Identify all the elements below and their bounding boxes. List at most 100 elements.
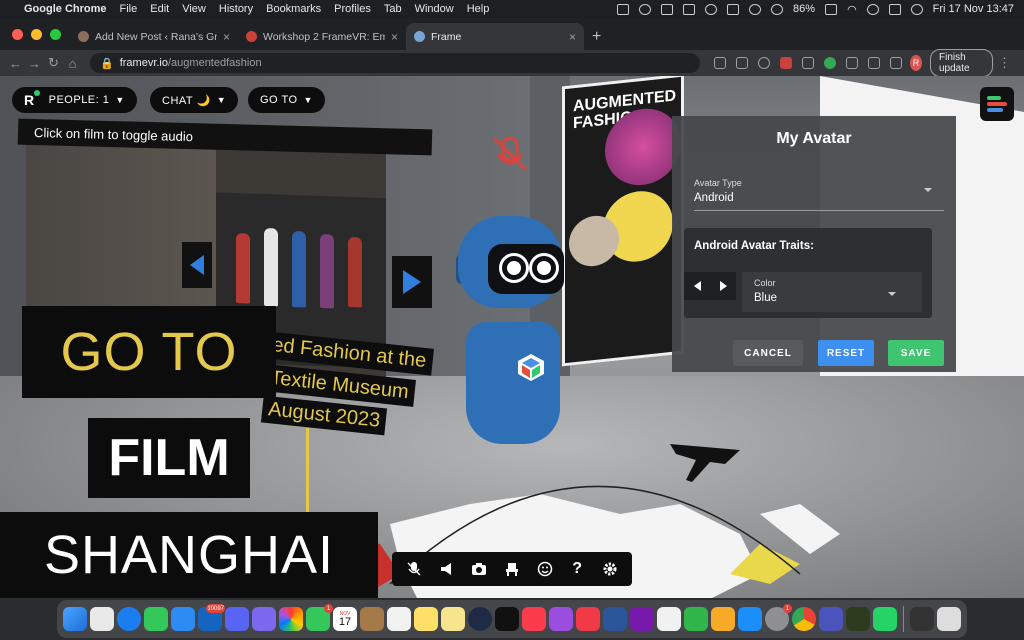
robot-avatar-body[interactable] [466,322,560,444]
close-tab-icon[interactable]: × [223,30,230,44]
menubar-clock[interactable]: Fri 17 Nov 13:47 [933,3,1014,15]
sign-go-to[interactable]: GO TO [22,306,276,398]
quicktime-icon[interactable] [468,607,492,631]
menu-file[interactable]: File [120,3,138,15]
home-icon[interactable]: ⌂ [65,56,80,71]
teams-icon[interactable] [819,607,843,631]
extension-icon[interactable] [780,57,792,69]
app-icon[interactable] [252,607,276,631]
calendar-icon[interactable]: NOV 17 [333,607,357,631]
chevron-down-icon[interactable] [924,188,932,192]
siri-icon[interactable] [910,3,923,15]
new-tab-button[interactable]: + [592,23,601,50]
apple-tv-icon[interactable] [495,607,519,631]
menu-view[interactable]: View [182,3,206,15]
tab-frame[interactable]: Frame × [406,23,584,50]
system-settings-icon[interactable]: 1 [765,604,792,631]
menu-tab[interactable]: Tab [384,3,402,15]
finish-update-button[interactable]: Finish update [930,49,994,77]
safari-icon[interactable] [117,607,141,631]
word-icon[interactable] [603,607,627,631]
forward-icon[interactable]: → [27,56,42,71]
side-panel-icon[interactable] [890,57,902,69]
wifi-icon[interactable]: ◠ [847,3,857,16]
trait-prev-button[interactable] [684,272,710,300]
stickies-icon[interactable] [441,607,465,631]
music-icon[interactable] [522,607,546,631]
extension-icon[interactable] [846,57,858,69]
photos-icon[interactable] [279,607,303,631]
menu-bookmarks[interactable]: Bookmarks [266,3,321,15]
outlook-icon[interactable]: 10097 [198,604,225,631]
frame-menu-icon[interactable] [980,87,1014,121]
messages-icon[interactable] [144,607,168,631]
mic-muted-icon[interactable] [403,558,425,580]
emoji-icon[interactable] [534,558,556,580]
battery-icon[interactable] [825,3,838,15]
address-bar[interactable]: 🔒 framevr.io/augmentedfashion [90,53,700,73]
profile-avatar[interactable]: R [910,55,922,71]
color-select[interactable]: Color Blue [742,272,922,312]
menu-app-name[interactable]: Google Chrome [24,3,107,15]
vr-scene-viewport[interactable]: Click on film to toggle audio ed Fashion… [0,76,1024,598]
megaphone-icon[interactable] [436,558,458,580]
reload-icon[interactable]: ↻ [46,55,61,71]
sign-shanghai[interactable]: SHANGHAI [0,512,378,598]
back-icon[interactable]: ← [8,56,23,71]
app-store-icon[interactable] [738,607,762,631]
extension-icon[interactable] [802,57,814,69]
menu-history[interactable]: History [219,3,253,15]
install-icon[interactable] [714,57,726,69]
video-next-button[interactable] [392,256,432,308]
chat-button[interactable]: CHAT 🌙 ▼ [150,87,239,113]
chrome-icon[interactable] [792,607,816,631]
trait-next-button[interactable] [710,272,736,300]
status-icon[interactable] [617,3,630,15]
menu-profiles[interactable]: Profiles [334,3,371,15]
facetime-icon[interactable]: 1 [306,604,333,631]
search-icon[interactable] [866,3,879,15]
discord-icon[interactable] [225,607,249,631]
status-icon[interactable] [727,3,740,15]
reminders-icon[interactable] [387,607,411,631]
close-tab-icon[interactable]: × [391,30,398,44]
status-icon[interactable] [749,3,762,15]
goto-button[interactable]: GO TO ▼ [248,87,325,113]
people-button[interactable]: R PEOPLE: 1 ▼ [12,87,137,113]
camera-icon[interactable] [468,558,490,580]
minimize-window-button[interactable] [31,29,42,40]
avatar-type-select[interactable]: Android [694,192,734,204]
bookmark-star-icon[interactable] [758,57,770,69]
podcasts-icon[interactable] [549,607,573,631]
cancel-button[interactable]: CANCEL [733,340,803,366]
status-icon[interactable] [705,3,718,15]
zoom-window-button[interactable] [50,29,61,40]
tab-add-new-post[interactable]: Add New Post ‹ Rana's Graphic × [70,23,238,50]
close-window-button[interactable] [12,29,23,40]
tab-workshop-framevr[interactable]: Workshop 2 FrameVR: Emergin × [238,23,406,50]
more-menu-icon[interactable]: ⋮ [997,55,1012,71]
reset-button[interactable]: RESET [818,340,874,366]
status-icon[interactable] [683,3,696,15]
control-center-icon[interactable] [888,3,901,15]
status-icon[interactable] [771,3,784,15]
numbers-icon[interactable] [684,607,708,631]
save-button[interactable]: SAVE [888,340,944,366]
app-icon[interactable] [657,607,681,631]
trash-icon[interactable] [937,607,961,631]
launchpad-icon[interactable] [90,607,114,631]
finder-icon[interactable] [63,607,87,631]
app-icon[interactable] [846,607,870,631]
onenote-icon[interactable] [630,607,654,631]
sign-film[interactable]: FILM [88,418,250,498]
status-icon[interactable] [639,3,652,15]
notes-icon[interactable] [414,607,438,631]
extensions-puzzle-icon[interactable] [868,57,880,69]
news-icon[interactable] [576,607,600,631]
menu-help[interactable]: Help [467,3,490,15]
mail-icon[interactable] [171,607,195,631]
menu-edit[interactable]: Edit [150,3,169,15]
close-tab-icon[interactable]: × [569,30,576,44]
pages-icon[interactable] [711,607,735,631]
menu-window[interactable]: Window [415,3,454,15]
